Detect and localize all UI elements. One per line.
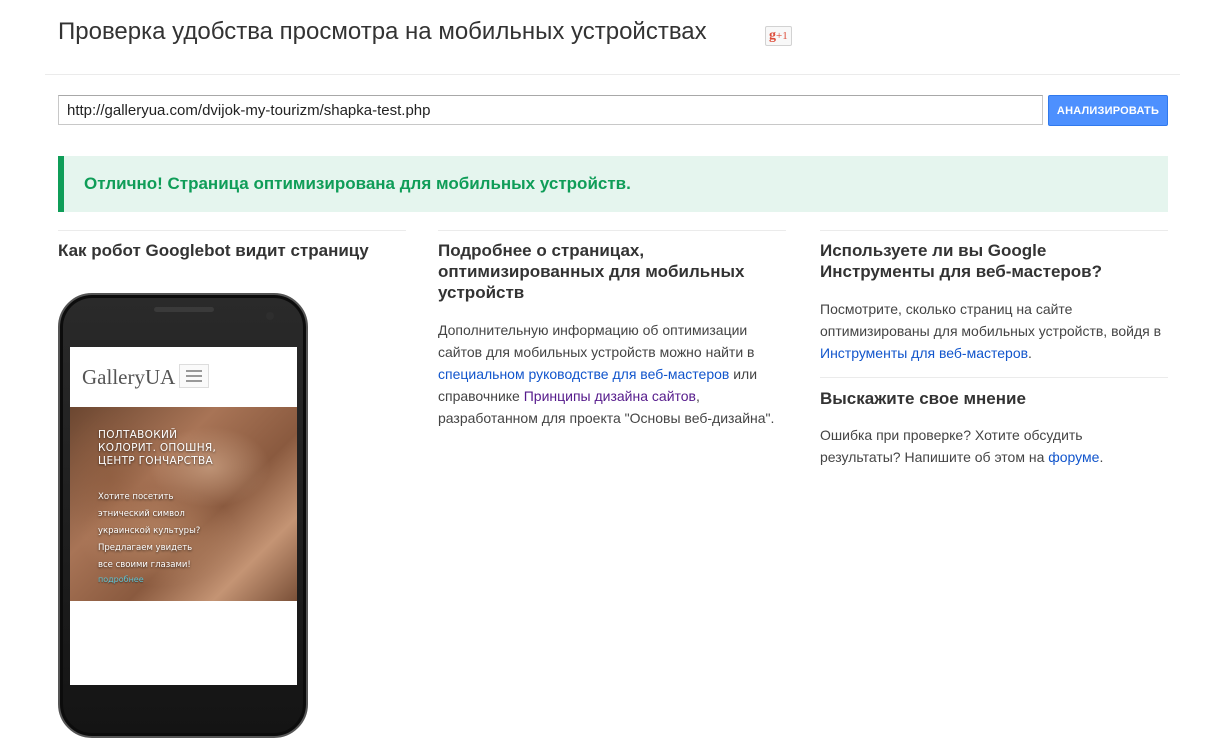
header-divider — [45, 74, 1180, 75]
design-principles-link[interactable]: Принципы дизайна сайтов — [524, 388, 696, 404]
preview-hero-image: ПОЛТАВОКИЙ КОЛОРИТ. ОПОШНЯ, ЦЕНТР ГОНЧАР… — [70, 407, 297, 601]
middle-column-divider — [438, 230, 786, 231]
feedback-heading: Выскажите свое мнение — [820, 389, 1026, 408]
preview-hero-title: ПОЛТАВОКИЙ КОЛОРИТ. ОПОШНЯ, ЦЕНТР ГОНЧАР… — [98, 429, 217, 467]
right-section-divider — [820, 377, 1168, 378]
phone-speaker — [154, 307, 214, 312]
url-input[interactable] — [58, 95, 1043, 125]
analyze-button[interactable]: АНАЛИЗИРОВАТЬ — [1048, 95, 1168, 126]
preview-logo: GalleryUA — [82, 365, 176, 389]
mobile-info-text: Дополнительную информацию об оптимизации… — [438, 322, 775, 426]
phone-preview: GalleryUA ПОЛТАВОКИЙ КОЛОРИТ. ОПОШНЯ, ЦЕ… — [58, 293, 308, 738]
preview-site-header: GalleryUA — [70, 347, 297, 407]
googlebot-heading: Как робот Googlebot видит страницу — [58, 241, 369, 260]
webmaster-tools-text: Посмотрите, сколько страниц на сайте опт… — [820, 301, 1162, 361]
phone-camera — [266, 312, 274, 320]
phone-screen: GalleryUA ПОЛТАВОКИЙ КОЛОРИТ. ОПОШНЯ, ЦЕ… — [70, 347, 297, 685]
google-plus-icon: g — [769, 28, 776, 43]
preview-more-link: подробнее — [98, 575, 144, 584]
webmaster-guide-link[interactable]: специальном руководстве для веб-мастеров — [438, 366, 729, 382]
preview-hero-text: Хотите посетить этнический символ украин… — [98, 492, 201, 570]
mobile-info-heading: Подробнее о страницах, оптимизированных … — [438, 241, 745, 302]
right-column-divider — [820, 230, 1168, 231]
plus-one-label: +1 — [776, 30, 788, 42]
hamburger-menu-icon — [179, 364, 209, 388]
left-column-divider — [58, 230, 406, 231]
page-title: Проверка удобства просмотра на мобильных… — [58, 18, 707, 45]
result-banner: Отлично! Страница оптимизирована для моб… — [58, 156, 1168, 212]
feedback-text: Ошибка при проверке? Хотите обсудить рез… — [820, 427, 1104, 465]
result-message: Отлично! Страница оптимизирована для моб… — [84, 174, 631, 193]
google-plus-one-button[interactable]: g+1 — [765, 26, 792, 46]
webmaster-tools-link[interactable]: Инструменты для веб-мастеров — [820, 345, 1028, 361]
webmaster-tools-heading: Используете ли вы Google Инструменты для… — [820, 241, 1103, 281]
forum-link[interactable]: форуме — [1048, 449, 1099, 465]
